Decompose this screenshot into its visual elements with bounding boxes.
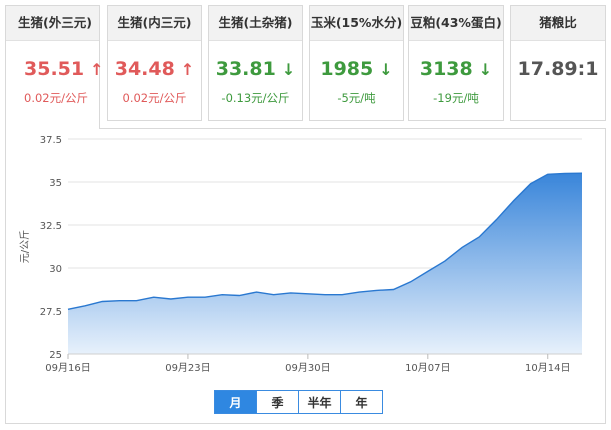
tab-month[interactable]: 月 [214, 390, 257, 414]
period-tabs: 月 季 半年 年 [214, 390, 383, 414]
price-chart-panel: 25 27.5 30 32.5 35 37.5 09月16日 09月23日 09月30日 10月0… [5, 128, 606, 424]
card-value: 17.89:1 [517, 58, 599, 80]
card-title: 生猪(土杂猪) [209, 6, 302, 41]
tab-half-year[interactable]: 半年 [298, 390, 341, 414]
y-tick-label: 37.5 [40, 135, 62, 146]
arrow-down-icon: ↓ [281, 60, 296, 79]
card-change: -19元/吨 [433, 91, 479, 105]
arrow-down-icon: ↓ [478, 60, 493, 79]
y-tick-label: 25 [49, 350, 62, 361]
card-value: 34.48 ↑ [114, 58, 195, 80]
card-value: 35.51 ↑ [24, 58, 104, 80]
card-title: 生猪(外三元) [6, 6, 99, 41]
x-tick-label: 09月16日 [45, 362, 90, 374]
arrow-up-icon: ↑ [90, 60, 104, 79]
tab-quarter[interactable]: 季 [256, 390, 299, 414]
card-change: 0.02元/公斤 [122, 91, 187, 105]
card-pig-grain-ratio[interactable]: 猪粮比 17.89:1 [510, 5, 606, 121]
card-title: 玉米(15%水分) [310, 6, 403, 41]
y-tick-label: 32.5 [40, 221, 62, 232]
y-tick-label: 35 [49, 178, 62, 189]
card-change: -5元/吨 [337, 91, 376, 105]
x-tick-label: 10月07日 [405, 362, 450, 374]
arrow-up-icon: ↑ [180, 60, 195, 79]
x-tick-label: 09月30日 [285, 362, 330, 374]
price-area-chart: 25 27.5 30 32.5 35 37.5 09月16日 09月23日 09月30日 10月0… [19, 135, 583, 374]
card-value: 33.81 ↓ [215, 58, 296, 80]
card-title: 豆粕(43%蛋白) [409, 6, 503, 41]
x-tick-label: 09月23日 [165, 362, 210, 374]
card-pig-inner3[interactable]: 生猪(内三元) 34.48 ↑ 0.02元/公斤 [107, 5, 202, 121]
y-tick-label: 27.5 [40, 307, 62, 318]
card-title: 猪粮比 [511, 6, 605, 41]
card-change: -0.13元/公斤 [221, 91, 290, 105]
card-corn[interactable]: 玉米(15%水分) 1985 ↓ -5元/吨 [309, 5, 404, 121]
card-pig-local[interactable]: 生猪(土杂猪) 33.81 ↓ -0.13元/公斤 [208, 5, 303, 121]
area-fill [68, 173, 582, 354]
y-tick-label: 30 [49, 264, 62, 275]
card-pig-outer3[interactable]: 生猪(外三元) 35.51 ↑ 0.02元/公斤 [5, 5, 104, 129]
tab-year[interactable]: 年 [340, 390, 383, 414]
card-soymeal[interactable]: 豆粕(43%蛋白) 3138 ↓ -19元/吨 [408, 5, 504, 121]
arrow-down-icon: ↓ [379, 60, 393, 79]
card-title: 生猪(内三元) [108, 6, 201, 41]
card-value: 3138 ↓ [419, 58, 493, 80]
card-value: 1985 ↓ [320, 58, 393, 80]
y-axis-label: 元/公斤 [19, 230, 31, 263]
card-change: 0.02元/公斤 [24, 91, 88, 105]
x-tick-label: 10月14日 [525, 362, 570, 374]
